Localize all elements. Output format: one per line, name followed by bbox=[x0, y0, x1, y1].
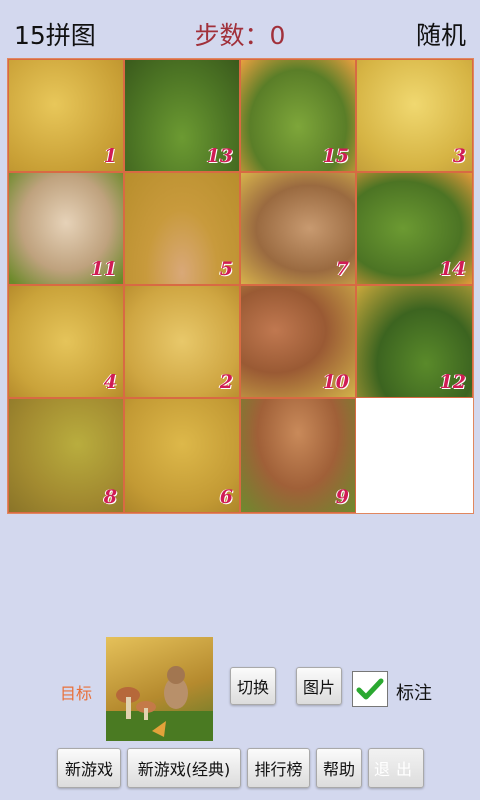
help-button[interactable]: 帮助 bbox=[316, 748, 362, 788]
picture-button[interactable]: 图片 bbox=[296, 667, 342, 705]
goal-image bbox=[106, 637, 213, 741]
switch-button[interactable]: 切换 bbox=[230, 667, 276, 705]
tile-number: 12 bbox=[439, 371, 466, 393]
puzzle-tile[interactable]: 2 bbox=[124, 285, 240, 398]
puzzle-board: 1 13 15 3 11 5 7 14 4 2 10 12 8 6 9 bbox=[7, 58, 474, 514]
puzzle-tile[interactable]: 1 bbox=[8, 59, 124, 172]
tile-number: 2 bbox=[219, 371, 233, 393]
puzzle-tile[interactable]: 7 bbox=[240, 172, 356, 285]
tile-number: 15 bbox=[322, 145, 349, 167]
tile-number: 3 bbox=[452, 145, 466, 167]
leaderboard-button[interactable]: 排行榜 bbox=[247, 748, 310, 788]
puzzle-tile[interactable]: 3 bbox=[356, 59, 473, 172]
step-counter: 步数：0 bbox=[194, 21, 286, 50]
tile-number: 10 bbox=[322, 371, 349, 393]
puzzle-tile[interactable]: 5 bbox=[124, 172, 240, 285]
puzzle-tile[interactable]: 13 bbox=[124, 59, 240, 172]
tile-number: 13 bbox=[206, 145, 233, 167]
puzzle-tile[interactable]: 10 bbox=[240, 285, 356, 398]
tile-number: 4 bbox=[103, 371, 117, 393]
puzzle-tile[interactable]: 11 bbox=[8, 172, 124, 285]
mark-label: 标注 bbox=[396, 683, 432, 704]
new-game-classic-button[interactable]: 新游戏(经典) bbox=[127, 748, 241, 788]
tile-number: 14 bbox=[439, 258, 466, 280]
random-button[interactable]: 随机 bbox=[416, 16, 466, 52]
puzzle-tile[interactable]: 14 bbox=[356, 172, 473, 285]
empty-slot bbox=[356, 398, 473, 513]
mark-checkbox[interactable] bbox=[352, 671, 388, 707]
puzzle-tile[interactable]: 12 bbox=[356, 285, 473, 398]
puzzle-tile[interactable]: 9 bbox=[240, 398, 356, 513]
tile-number: 6 bbox=[219, 486, 233, 508]
check-icon bbox=[356, 678, 384, 700]
tile-number: 1 bbox=[103, 145, 117, 167]
exit-button[interactable]: 退出 bbox=[368, 748, 424, 788]
puzzle-tile[interactable]: 8 bbox=[8, 398, 124, 513]
tile-number: 7 bbox=[335, 258, 349, 280]
goal-label: 目标 bbox=[60, 684, 93, 703]
tile-number: 11 bbox=[90, 258, 117, 280]
puzzle-tile[interactable]: 4 bbox=[8, 285, 124, 398]
tile-number: 9 bbox=[335, 486, 349, 508]
tile-number: 8 bbox=[103, 486, 117, 508]
goal-image-art bbox=[106, 666, 213, 741]
puzzle-tile[interactable]: 15 bbox=[240, 59, 356, 172]
puzzle-tile[interactable]: 6 bbox=[124, 398, 240, 513]
top-bar: 15拼图 步数：0 随机 bbox=[0, 0, 480, 58]
new-game-button[interactable]: 新游戏 bbox=[57, 748, 121, 788]
tile-number: 5 bbox=[219, 258, 233, 280]
